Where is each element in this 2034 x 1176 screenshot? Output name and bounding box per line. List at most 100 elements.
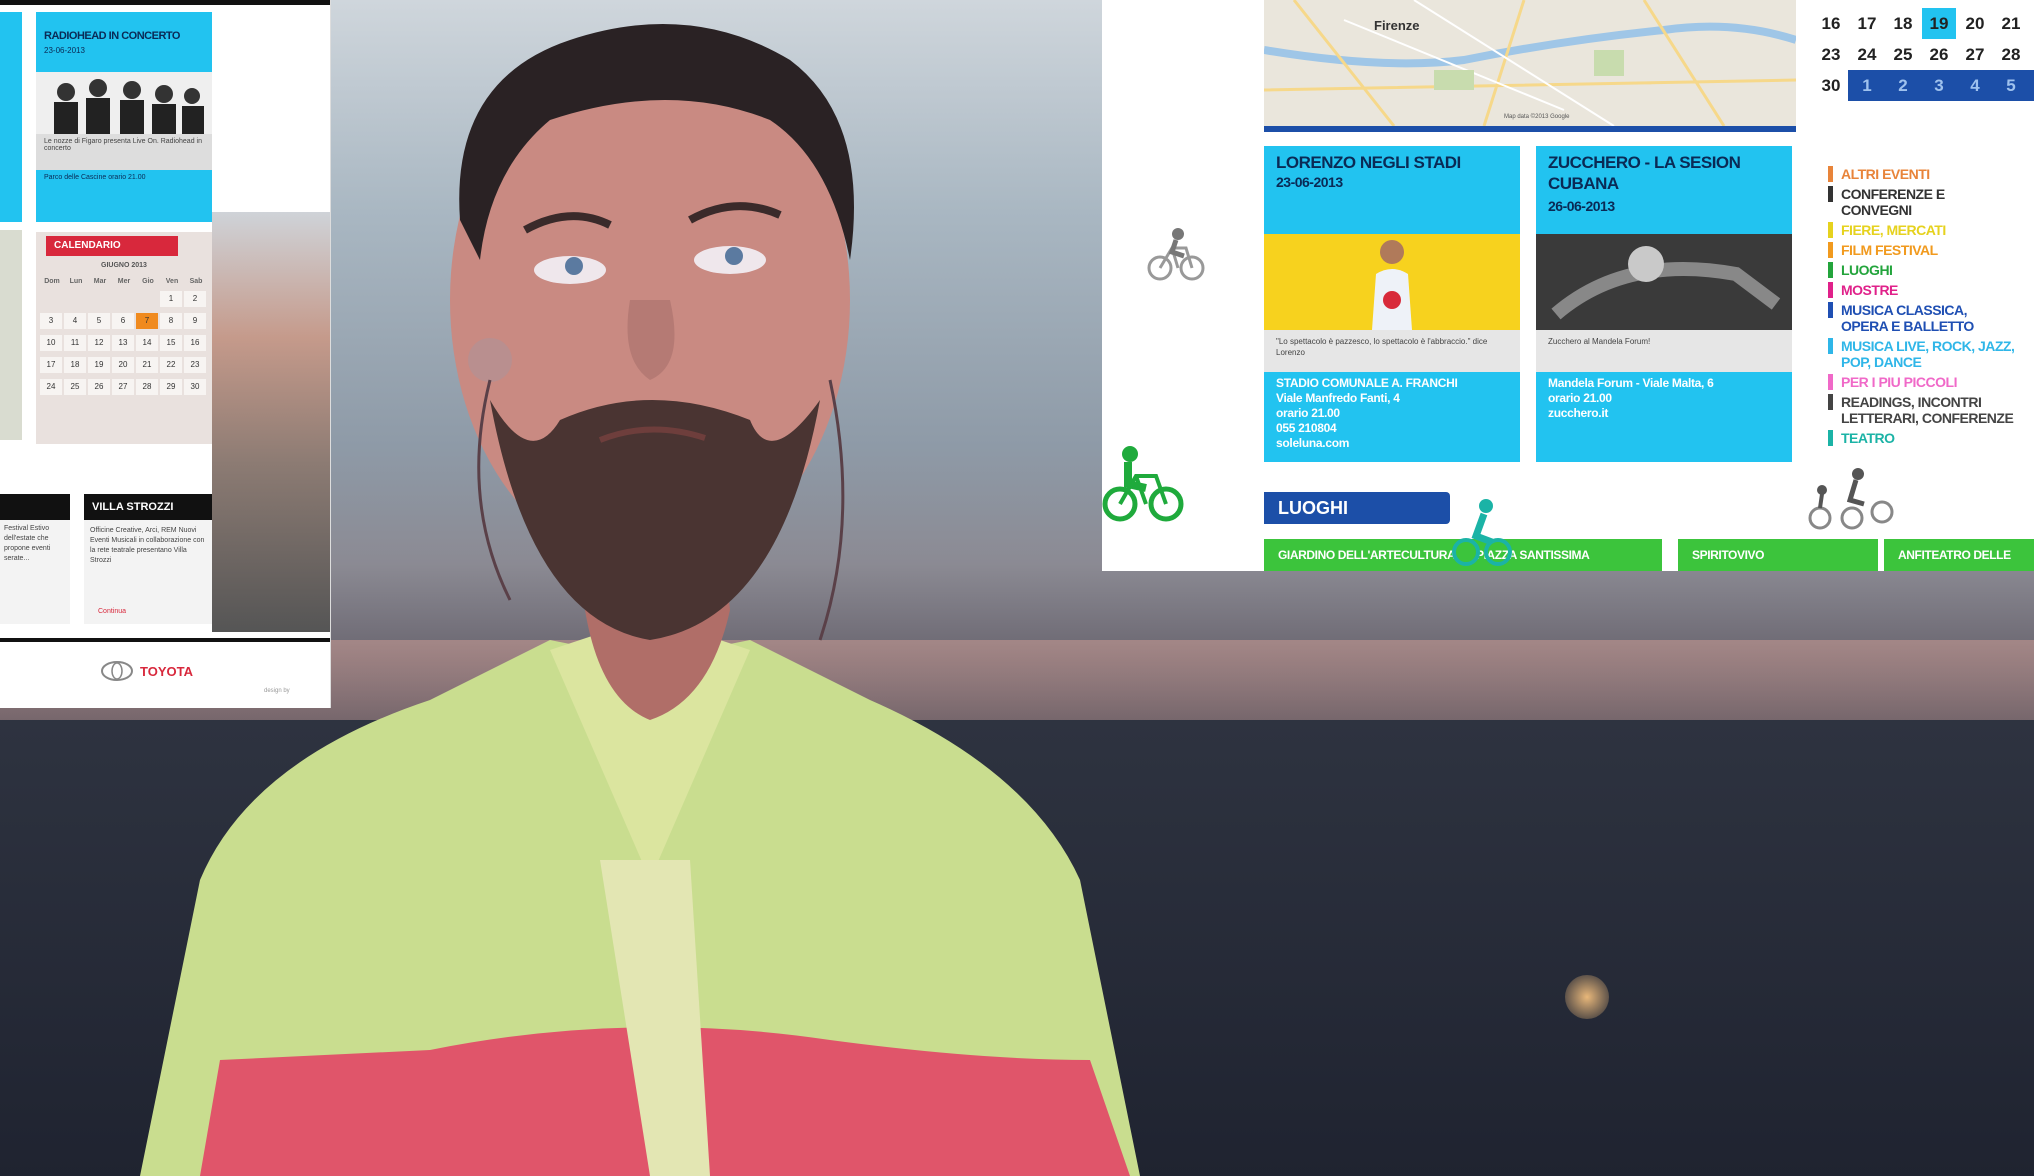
category-swatch bbox=[1828, 394, 1833, 410]
calendar-day[interactable]: 5 bbox=[88, 313, 110, 329]
villa-title[interactable]: VILLA STROZZI bbox=[84, 494, 212, 520]
category-swatch bbox=[1828, 374, 1833, 390]
cyclist-gray-icon bbox=[1147, 228, 1205, 281]
category-label: TEATRO bbox=[1841, 430, 1895, 446]
category-swatch bbox=[1828, 186, 1833, 202]
category-item[interactable]: FILM FESTIVAL bbox=[1828, 242, 2034, 258]
mini-cal-day[interactable]: 16 bbox=[1814, 8, 1848, 39]
calendar-day[interactable]: 24 bbox=[40, 379, 62, 395]
mini-cal-day[interactable]: 23 bbox=[1814, 39, 1848, 70]
calendar-day[interactable]: 10 bbox=[40, 335, 62, 351]
mini-cal-day[interactable]: 3 bbox=[1922, 70, 1956, 101]
category-legend: ALTRI EVENTI CONFERENZE E CONVEGNI FIERE… bbox=[1828, 166, 2034, 450]
calendar-day[interactable]: 8 bbox=[160, 313, 182, 329]
mini-cal-day[interactable]: 19 bbox=[1922, 8, 1956, 39]
calendar-label: CALENDARIO bbox=[46, 236, 178, 256]
calendar-day[interactable]: 30 bbox=[184, 379, 206, 395]
luoghi-tab[interactable]: LUOGHI bbox=[1264, 492, 1450, 524]
event-card[interactable]: ZUCCHERO - LA SESION CUBANA 26-06-2013 Z… bbox=[1536, 146, 1792, 468]
mini-cal-day[interactable]: 2 bbox=[1886, 70, 1920, 101]
calendar-day[interactable]: 15 bbox=[160, 335, 182, 351]
mini-cal-day[interactable]: 20 bbox=[1958, 8, 1992, 39]
distant-light bbox=[1565, 975, 1609, 1019]
week-row: 17 18 19 20 21 22 23 bbox=[40, 357, 208, 373]
mini-cal-day[interactable]: 27 bbox=[1958, 39, 1992, 70]
calendar-day[interactable]: 13 bbox=[112, 335, 134, 351]
calendar-day[interactable]: 11 bbox=[64, 335, 86, 351]
calendar-day[interactable]: 17 bbox=[40, 357, 62, 373]
category-item[interactable]: LUOGHI bbox=[1828, 262, 2034, 278]
category-label: FIERE, MERCATI bbox=[1841, 222, 1946, 238]
calendar-day[interactable]: 21 bbox=[136, 357, 158, 373]
event-card-title: LORENZO NEGLI STADI bbox=[1276, 153, 1461, 172]
category-label: PER I PIU PICCOLI bbox=[1841, 374, 1957, 390]
mini-cal-row: 30 1 2 3 4 5 bbox=[1814, 70, 2034, 101]
calendar-day[interactable]: 18 bbox=[64, 357, 86, 373]
calendar-day[interactable]: 22 bbox=[160, 357, 182, 373]
luoghi-chip-1[interactable]: GIARDINO DELL'ARTECULTURA bbox=[1264, 539, 1464, 571]
city-map[interactable]: Firenze Map data ©2013 Google bbox=[1264, 0, 1796, 126]
luoghi-chip-4[interactable]: ANFITEATRO DELLE CASCINE bbox=[1884, 539, 2034, 571]
event-date: 23-06-2013 bbox=[44, 46, 85, 55]
mini-cal-day[interactable]: 21 bbox=[1994, 8, 2028, 39]
category-item[interactable]: MOSTRE bbox=[1828, 282, 2034, 298]
event-card-header[interactable]: RADIOHEAD IN CONCERTO 23-06-2013 bbox=[36, 12, 212, 72]
category-item[interactable]: TEATRO bbox=[1828, 430, 2034, 446]
calendar-day[interactable]: 12 bbox=[88, 335, 110, 351]
calendar-day[interactable]: 16 bbox=[184, 335, 206, 351]
category-swatch bbox=[1828, 338, 1833, 354]
mini-cal-row: 16 17 18 19 20 21 bbox=[1814, 8, 2034, 39]
family-cyclists-icon bbox=[1808, 468, 1894, 530]
mini-cal-day[interactable]: 4 bbox=[1958, 70, 1992, 101]
calendar-day bbox=[136, 291, 158, 307]
villa-text: Officine Creative, Arci, REM Nuovi Event… bbox=[90, 527, 205, 564]
mini-cal-day[interactable]: 30 bbox=[1814, 70, 1848, 101]
calendar-day[interactable]: 9 bbox=[184, 313, 206, 329]
calendar-day[interactable]: 14 bbox=[136, 335, 158, 351]
calendar-day[interactable]: 28 bbox=[136, 379, 158, 395]
calendar-day[interactable]: 2 bbox=[184, 291, 206, 307]
category-item[interactable]: MUSICA CLASSICA, OPERA E BALLETTO bbox=[1828, 302, 2034, 334]
sponsor-name: TOYOTA bbox=[140, 664, 193, 679]
weekday-label: Gio bbox=[142, 278, 154, 285]
calendar-day[interactable]: 23 bbox=[184, 357, 206, 373]
calendar-day[interactable]: 27 bbox=[112, 379, 134, 395]
right-website-panel: Firenze Map data ©2013 Google 16 17 18 19 20… bbox=[1102, 0, 2034, 571]
mini-cal-day[interactable]: 28 bbox=[1994, 39, 2028, 70]
calendar-day[interactable]: 25 bbox=[64, 379, 86, 395]
map-graphic bbox=[1264, 0, 1796, 126]
luoghi-chip-3[interactable]: SPIRITOVIVO bbox=[1678, 539, 1878, 571]
mini-cal-day[interactable]: 5 bbox=[1994, 70, 2028, 101]
mini-cal-day[interactable]: 17 bbox=[1850, 8, 1884, 39]
mini-cal-day[interactable]: 25 bbox=[1886, 39, 1920, 70]
week-row: 3456789 bbox=[40, 313, 208, 329]
event-venue: Parco delle Cascine orario 21.00 bbox=[44, 174, 146, 181]
mini-cal-day[interactable]: 26 bbox=[1922, 39, 1956, 70]
mini-cal-day[interactable]: 1 bbox=[1850, 70, 1884, 101]
category-item[interactable]: PER I PIU PICCOLI bbox=[1828, 374, 2034, 390]
calendar-day[interactable]: 1 bbox=[160, 291, 182, 307]
calendar-day[interactable]: 3 bbox=[40, 313, 62, 329]
calendar-day[interactable]: 29 bbox=[160, 379, 182, 395]
calendar-day[interactable]: 6 bbox=[112, 313, 134, 329]
category-item[interactable]: READINGS, INCONTRI LETTERARI, CONFERENZE bbox=[1828, 394, 2034, 426]
event-card-photo bbox=[1264, 234, 1520, 330]
event-venue-line: Viale Manfredo Fanti, 4 bbox=[1276, 391, 1400, 405]
category-swatch bbox=[1828, 166, 1833, 182]
villa-more-link[interactable]: Continua bbox=[98, 608, 126, 615]
category-label: LUOGHI bbox=[1841, 262, 1893, 278]
calendar-day[interactable]: 4 bbox=[64, 313, 86, 329]
mini-cal-day[interactable]: 24 bbox=[1850, 39, 1884, 70]
event-card[interactable]: LORENZO NEGLI STADI 23-06-2013 "Lo spett… bbox=[1264, 146, 1520, 468]
villa-text-box: Officine Creative, Arci, REM Nuovi Event… bbox=[84, 520, 212, 624]
calendar-day[interactable]: 19 bbox=[88, 357, 110, 373]
category-item[interactable]: CONFERENZE E CONVEGNI bbox=[1828, 186, 2034, 218]
mini-cal-day[interactable]: 18 bbox=[1886, 8, 1920, 39]
category-item[interactable]: MUSICA LIVE, ROCK, JAZZ, POP, DANCE bbox=[1828, 338, 2034, 370]
calendar-day[interactable]: 7 bbox=[136, 313, 158, 329]
weekday-label: Ven bbox=[165, 278, 179, 285]
calendar-day[interactable]: 26 bbox=[88, 379, 110, 395]
calendar-day[interactable]: 20 bbox=[112, 357, 134, 373]
category-item[interactable]: FIERE, MERCATI bbox=[1828, 222, 2034, 238]
category-item[interactable]: ALTRI EVENTI bbox=[1828, 166, 2034, 182]
